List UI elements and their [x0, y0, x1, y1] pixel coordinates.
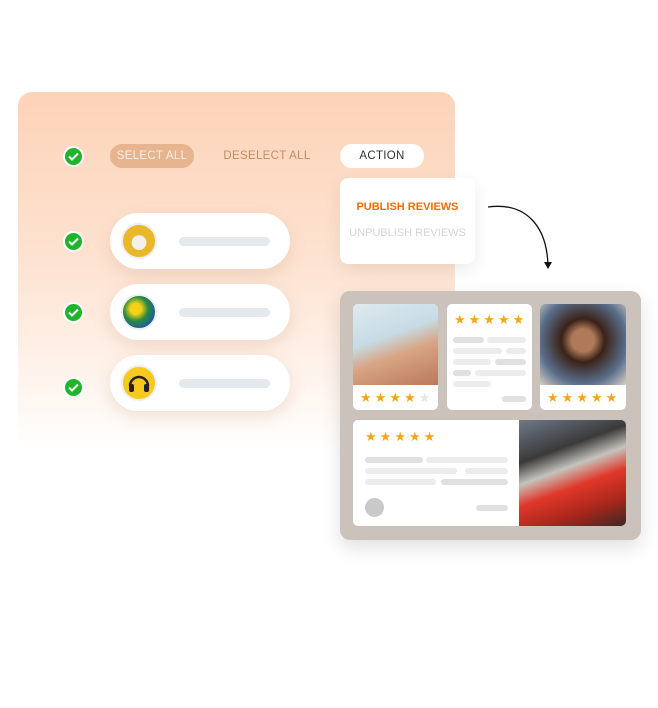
select-all-checkbox[interactable] [63, 146, 84, 167]
product-row[interactable] [110, 355, 290, 411]
headphones-icon [128, 375, 150, 392]
text-placeholder [179, 379, 270, 388]
arrow-icon [487, 205, 552, 269]
select-all-button[interactable]: SELECT ALL [110, 144, 194, 168]
sneakers-red-step-photo [519, 420, 626, 526]
woman-headphones-beach-photo [353, 304, 438, 385]
text-placeholder [179, 237, 270, 246]
action-button[interactable]: ACTION [340, 144, 424, 168]
woman-headphones-curly-photo [540, 304, 626, 385]
menu-item-unpublish-reviews[interactable]: UNPUBLISH REVIEWS [340, 227, 475, 239]
action-dropdown: PUBLISH REVIEWS UNPUBLISH REVIEWS [340, 178, 475, 264]
text-placeholder [179, 308, 270, 317]
review-card[interactable]: ★ ★ ★ ★ ★ [353, 420, 626, 526]
product-checkbox[interactable] [63, 302, 84, 323]
avatar [365, 498, 384, 517]
review-card[interactable]: ★ ★ ★ ★ ★ [447, 304, 532, 410]
headphones-thumbnail [121, 365, 157, 401]
deselect-all-button[interactable]: DESELECT ALL [222, 144, 312, 168]
product-row[interactable] [110, 284, 290, 340]
check-icon [68, 152, 79, 161]
check-icon [68, 237, 79, 246]
menu-item-publish-reviews[interactable]: PUBLISH REVIEWS [340, 201, 475, 213]
product-checkbox[interactable] [63, 231, 84, 252]
rating-stars: ★ ★ ★ ★ ★ [547, 390, 618, 405]
product-row[interactable] [110, 213, 290, 269]
rating-stars: ★ ★ ★ ★ ★ [454, 312, 525, 327]
globe-thumbnail [121, 294, 157, 330]
airpods-thumbnail [121, 223, 157, 259]
review-card[interactable]: ★ ★ ★ ★ ★ [353, 304, 438, 410]
product-checkbox[interactable] [63, 377, 84, 398]
reviews-widget: ★ ★ ★ ★ ★ ★ ★ ★ ★ ★ ★ ★ ★ ★ ★ ★ ★ ★ ★ ★ [340, 291, 641, 540]
check-icon [68, 383, 79, 392]
check-icon [68, 308, 79, 317]
review-card[interactable]: ★ ★ ★ ★ ★ [540, 304, 626, 410]
rating-stars: ★ ★ ★ ★ ★ [360, 390, 431, 405]
